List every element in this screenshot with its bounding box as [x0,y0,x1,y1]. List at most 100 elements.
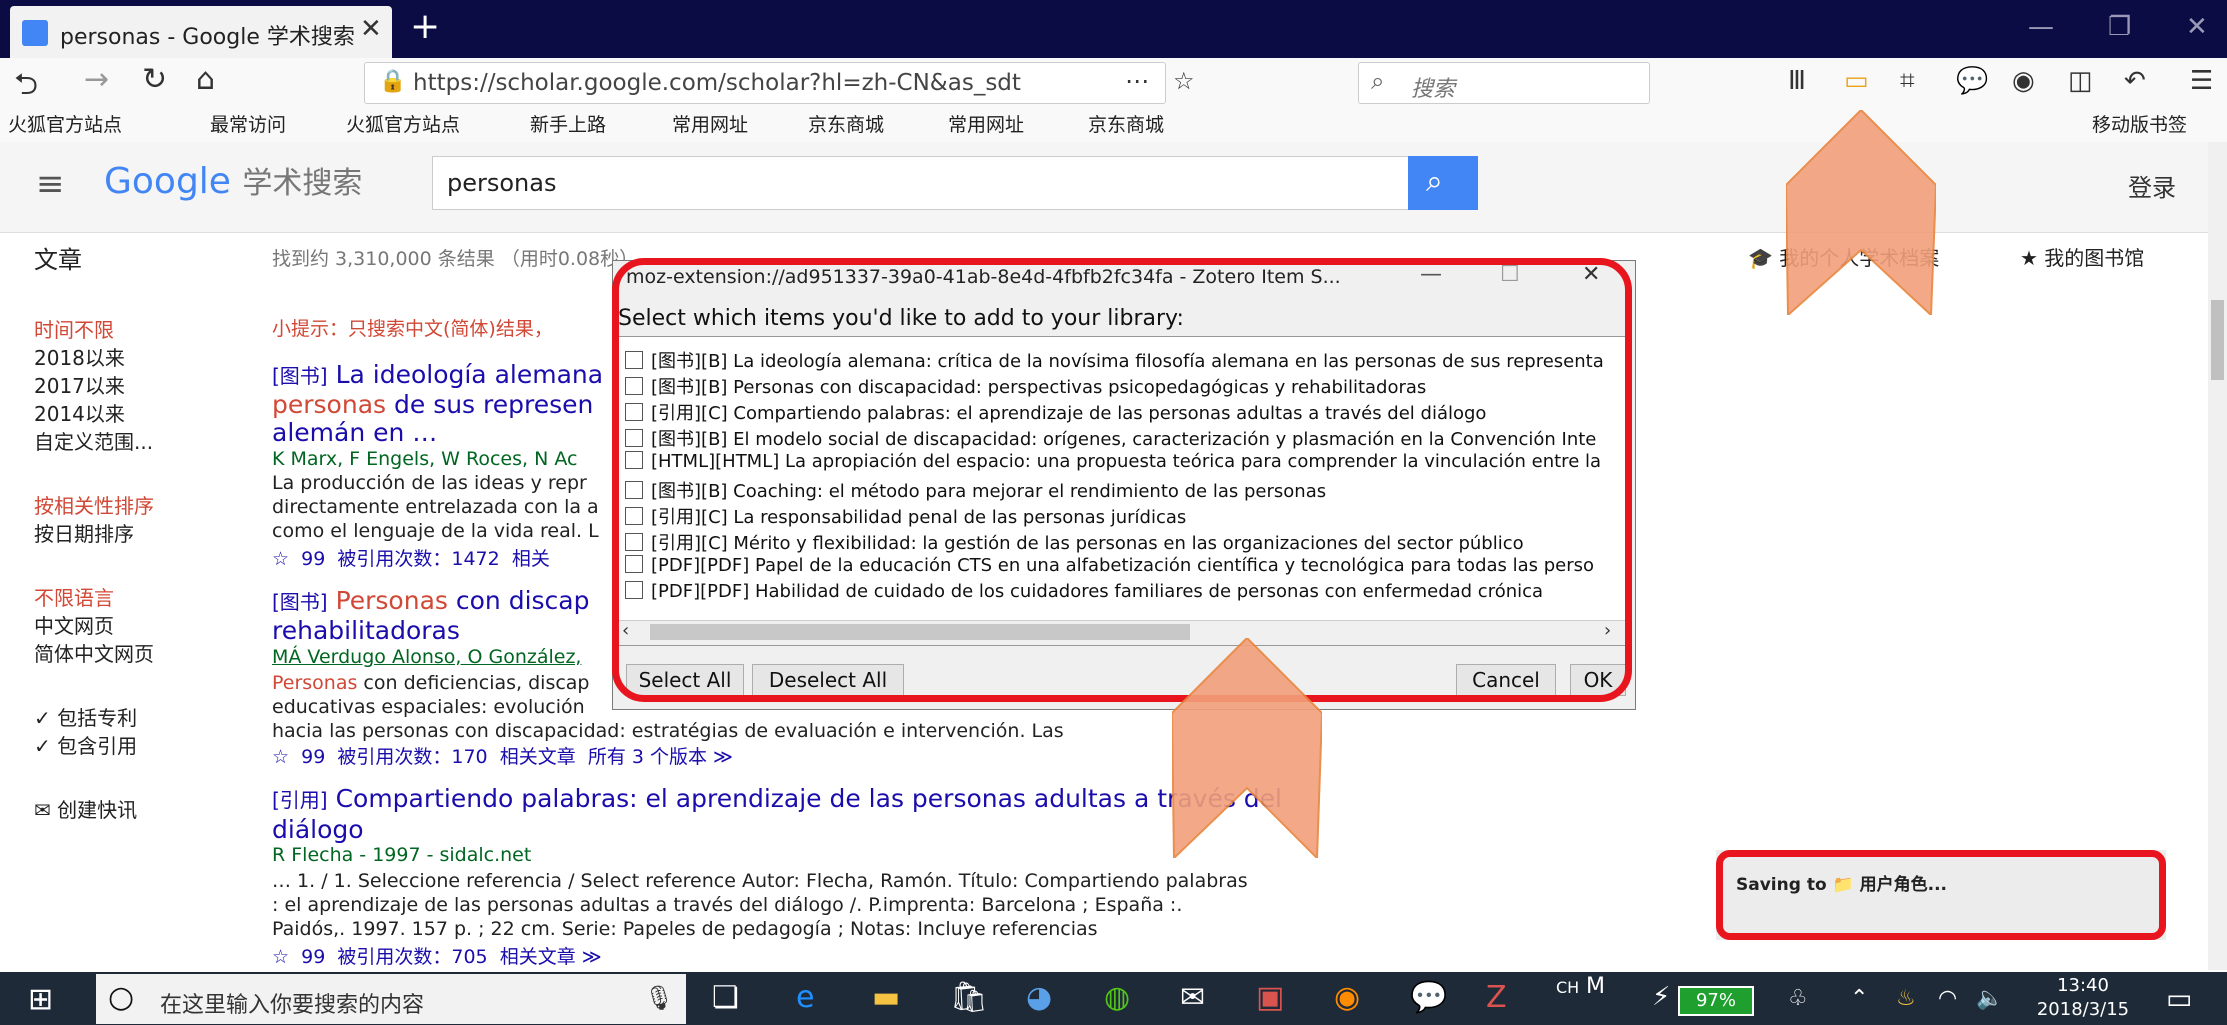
create-alert-link[interactable]: ✉ 创建快讯 [34,794,137,823]
bookmark-5[interactable]: 常用网址 [672,110,748,137]
app-e-icon[interactable]: ◍ [1104,980,1130,1015]
tab-scholar[interactable]: personas - Google 学术搜索 ✕ [10,6,392,58]
bookmark-3[interactable]: 火狐官方站点 [346,110,460,137]
include-citations-checkbox[interactable]: ✓ 包含引用 [34,730,137,759]
scholar-logo[interactable]: Google 学术搜索 [104,158,362,202]
result-3-cited[interactable]: 被引用次数：705 [337,946,487,968]
file-explorer-icon[interactable]: ▬ [872,980,900,1015]
mail-icon[interactable]: ✉ [1180,980,1205,1015]
result-1-author: K Marx, F Engels, W Roces, N Ac [272,448,578,470]
restore-icon[interactable]: ❐ [2108,12,2131,42]
task-view-icon[interactable]: ❏ [712,980,739,1015]
battery-indicator[interactable]: 97% [1678,986,1754,1016]
hamburger-menu-icon[interactable]: ≡ [36,164,65,204]
browser-search-input[interactable]: ⌕ 搜索 [1358,62,1650,104]
menu-icon[interactable]: ☰ [2190,66,2213,96]
minimize-icon[interactable]: — [2028,12,2054,42]
result-2-author[interactable]: MÁ Verdugo Alonso, O González, [272,646,581,668]
filter-since-2018[interactable]: 2018以来 [34,342,125,371]
windows-start-icon[interactable]: ⊞ [28,982,53,1017]
home-icon[interactable]: ⌂ [196,62,215,97]
bookmark-2[interactable]: 最常访问 [210,110,286,137]
clock-time: 13:40 [2057,975,2109,996]
filter-any-time[interactable]: 时间不限 [34,314,114,343]
scholar-search-button[interactable]: ⌕ [1408,156,1478,210]
result-2-snippet-2: educativas espaciales: evolución [272,696,585,718]
include-patents-checkbox[interactable]: ✓ 包括专利 [34,702,137,731]
lang-chinese[interactable]: 中文网页 [34,610,114,639]
result-2-versions[interactable]: 所有 3 个版本 [588,746,707,768]
bookmark-4[interactable]: 新手上路 [530,110,606,137]
scholar-search-input[interactable]: personas [432,156,1409,210]
app-l-icon[interactable]: ◕ [1026,980,1052,1015]
page-action-icons[interactable]: ⋯☆ [1125,67,1219,95]
page-scrollbar-thumb[interactable] [2211,300,2224,380]
people-icon[interactable]: ♧ [1788,986,1808,1011]
result-stats: 找到约 3,310,000 条结果 （用时0.08秒） [272,248,639,270]
result-3-links[interactable]: ☆ 99 被引用次数：705 相关文章 ≫ [272,942,602,969]
result-1-title-line3[interactable]: alemán en … [272,418,437,447]
result-2-links[interactable]: ☆ 99 被引用次数：170 相关文章 所有 3 个版本 ≫ [272,742,733,769]
result-1-title[interactable]: [图书] La ideología alemana [272,360,603,389]
my-library-link[interactable]: ★ 我的图书馆 [2020,242,2144,271]
filter-since-2014[interactable]: 2014以来 [34,398,125,427]
wechat-icon[interactable]: 💬 [1410,980,1447,1015]
sidebar-icon[interactable]: ◫ [2068,66,2093,96]
result-2-related[interactable]: 相关文章 [500,746,576,768]
taskbar-clock[interactable]: 13:40 2018/3/15 [2018,974,2148,1022]
sort-date[interactable]: 按日期排序 [34,518,134,547]
ime-indicator[interactable]: CH [1556,978,1579,997]
result-3-author: R Flecha - 1997 - sidalc.net [272,844,532,866]
bookmark-7[interactable]: 常用网址 [948,110,1024,137]
search-icon: ⌕ [1426,164,1443,199]
microphone-icon[interactable]: 🎙 [644,984,674,1012]
edge-icon[interactable]: e [796,980,814,1015]
bookmark-1[interactable]: 火狐官方站点 [8,110,122,137]
close-tab-icon[interactable]: ✕ [360,14,382,44]
power-plug-icon: ⚡ [1652,982,1671,1012]
reload-icon[interactable]: ↻ [142,62,167,97]
volume-icon[interactable]: 🔈 [1976,986,2003,1011]
zotero-folder-icon[interactable]: ▭ [1844,66,1869,96]
pocket-icon[interactable]: ◉ [2012,66,2035,96]
notifications-icon[interactable]: ▭ [2166,982,2192,1015]
result-1-cited[interactable]: 被引用次数：1472 [337,548,499,570]
page-scrollbar[interactable] [2208,142,2227,970]
store-icon[interactable]: 🛍 [950,980,988,1015]
forward-icon[interactable]: → [84,62,109,97]
ime-mode-icon[interactable]: M [1586,974,1605,999]
window-close-icon[interactable]: ✕ [2186,12,2208,42]
annotation-ring-dialog [612,258,1632,702]
firefox-icon[interactable]: ◉ [1334,980,1360,1015]
powerpoint-icon[interactable]: ▣ [1256,980,1284,1015]
login-button[interactable]: 登录 [2128,168,2176,203]
result-2-title[interactable]: [图书] Personas con discap [272,586,589,615]
lang-any[interactable]: 不限语言 [34,582,114,611]
zotero-icon[interactable]: Z [1486,980,1507,1015]
filter-since-2017[interactable]: 2017以来 [34,370,125,399]
result-3-related[interactable]: 相关文章 [500,946,576,968]
lang-simplified[interactable]: 简体中文网页 [34,638,154,667]
new-tab-icon[interactable]: + [410,6,440,47]
bookmark-6[interactable]: 京东商城 [808,110,884,137]
taskbar-search-input[interactable]: ○ 在这里输入你要搜索的内容 🎙 [96,974,686,1024]
library-icon[interactable]: Ⅲ [1788,66,1806,96]
tray-app-icon[interactable]: ♨ [1896,986,1916,1011]
tab-title: personas - Google 学术搜索 [60,25,355,50]
result-1-related[interactable]: 相关 [512,548,550,570]
taskbar-search-placeholder: 在这里输入你要搜索的内容 [160,993,425,1018]
result-1-links[interactable]: ☆ 99 被引用次数：1472 相关 [272,544,550,571]
tray-expand-icon[interactable]: ⌃ [1850,986,1868,1011]
undo-icon[interactable]: ↶ [2124,66,2146,96]
chat-icon[interactable]: 💬 [1956,66,1988,96]
mobile-bookmarks[interactable]: 移动版书签 [2092,110,2187,137]
wifi-icon[interactable]: ◠ [1938,986,1957,1011]
filter-custom-range[interactable]: 自定义范围... [34,426,153,455]
sort-relevance[interactable]: 按相关性排序 [34,490,154,519]
result-1-title-line2[interactable]: personas de sus represen [272,390,593,419]
bookmark-8[interactable]: 京东商城 [1088,110,1164,137]
result-2-cited[interactable]: 被引用次数：170 [337,746,487,768]
crop-icon[interactable]: ⌗ [1900,66,1915,97]
url-bar[interactable]: 🔒 https://scholar.google.com/scholar?hl=… [364,62,1195,104]
result-2-title-line2[interactable]: rehabilitadoras [272,616,460,645]
